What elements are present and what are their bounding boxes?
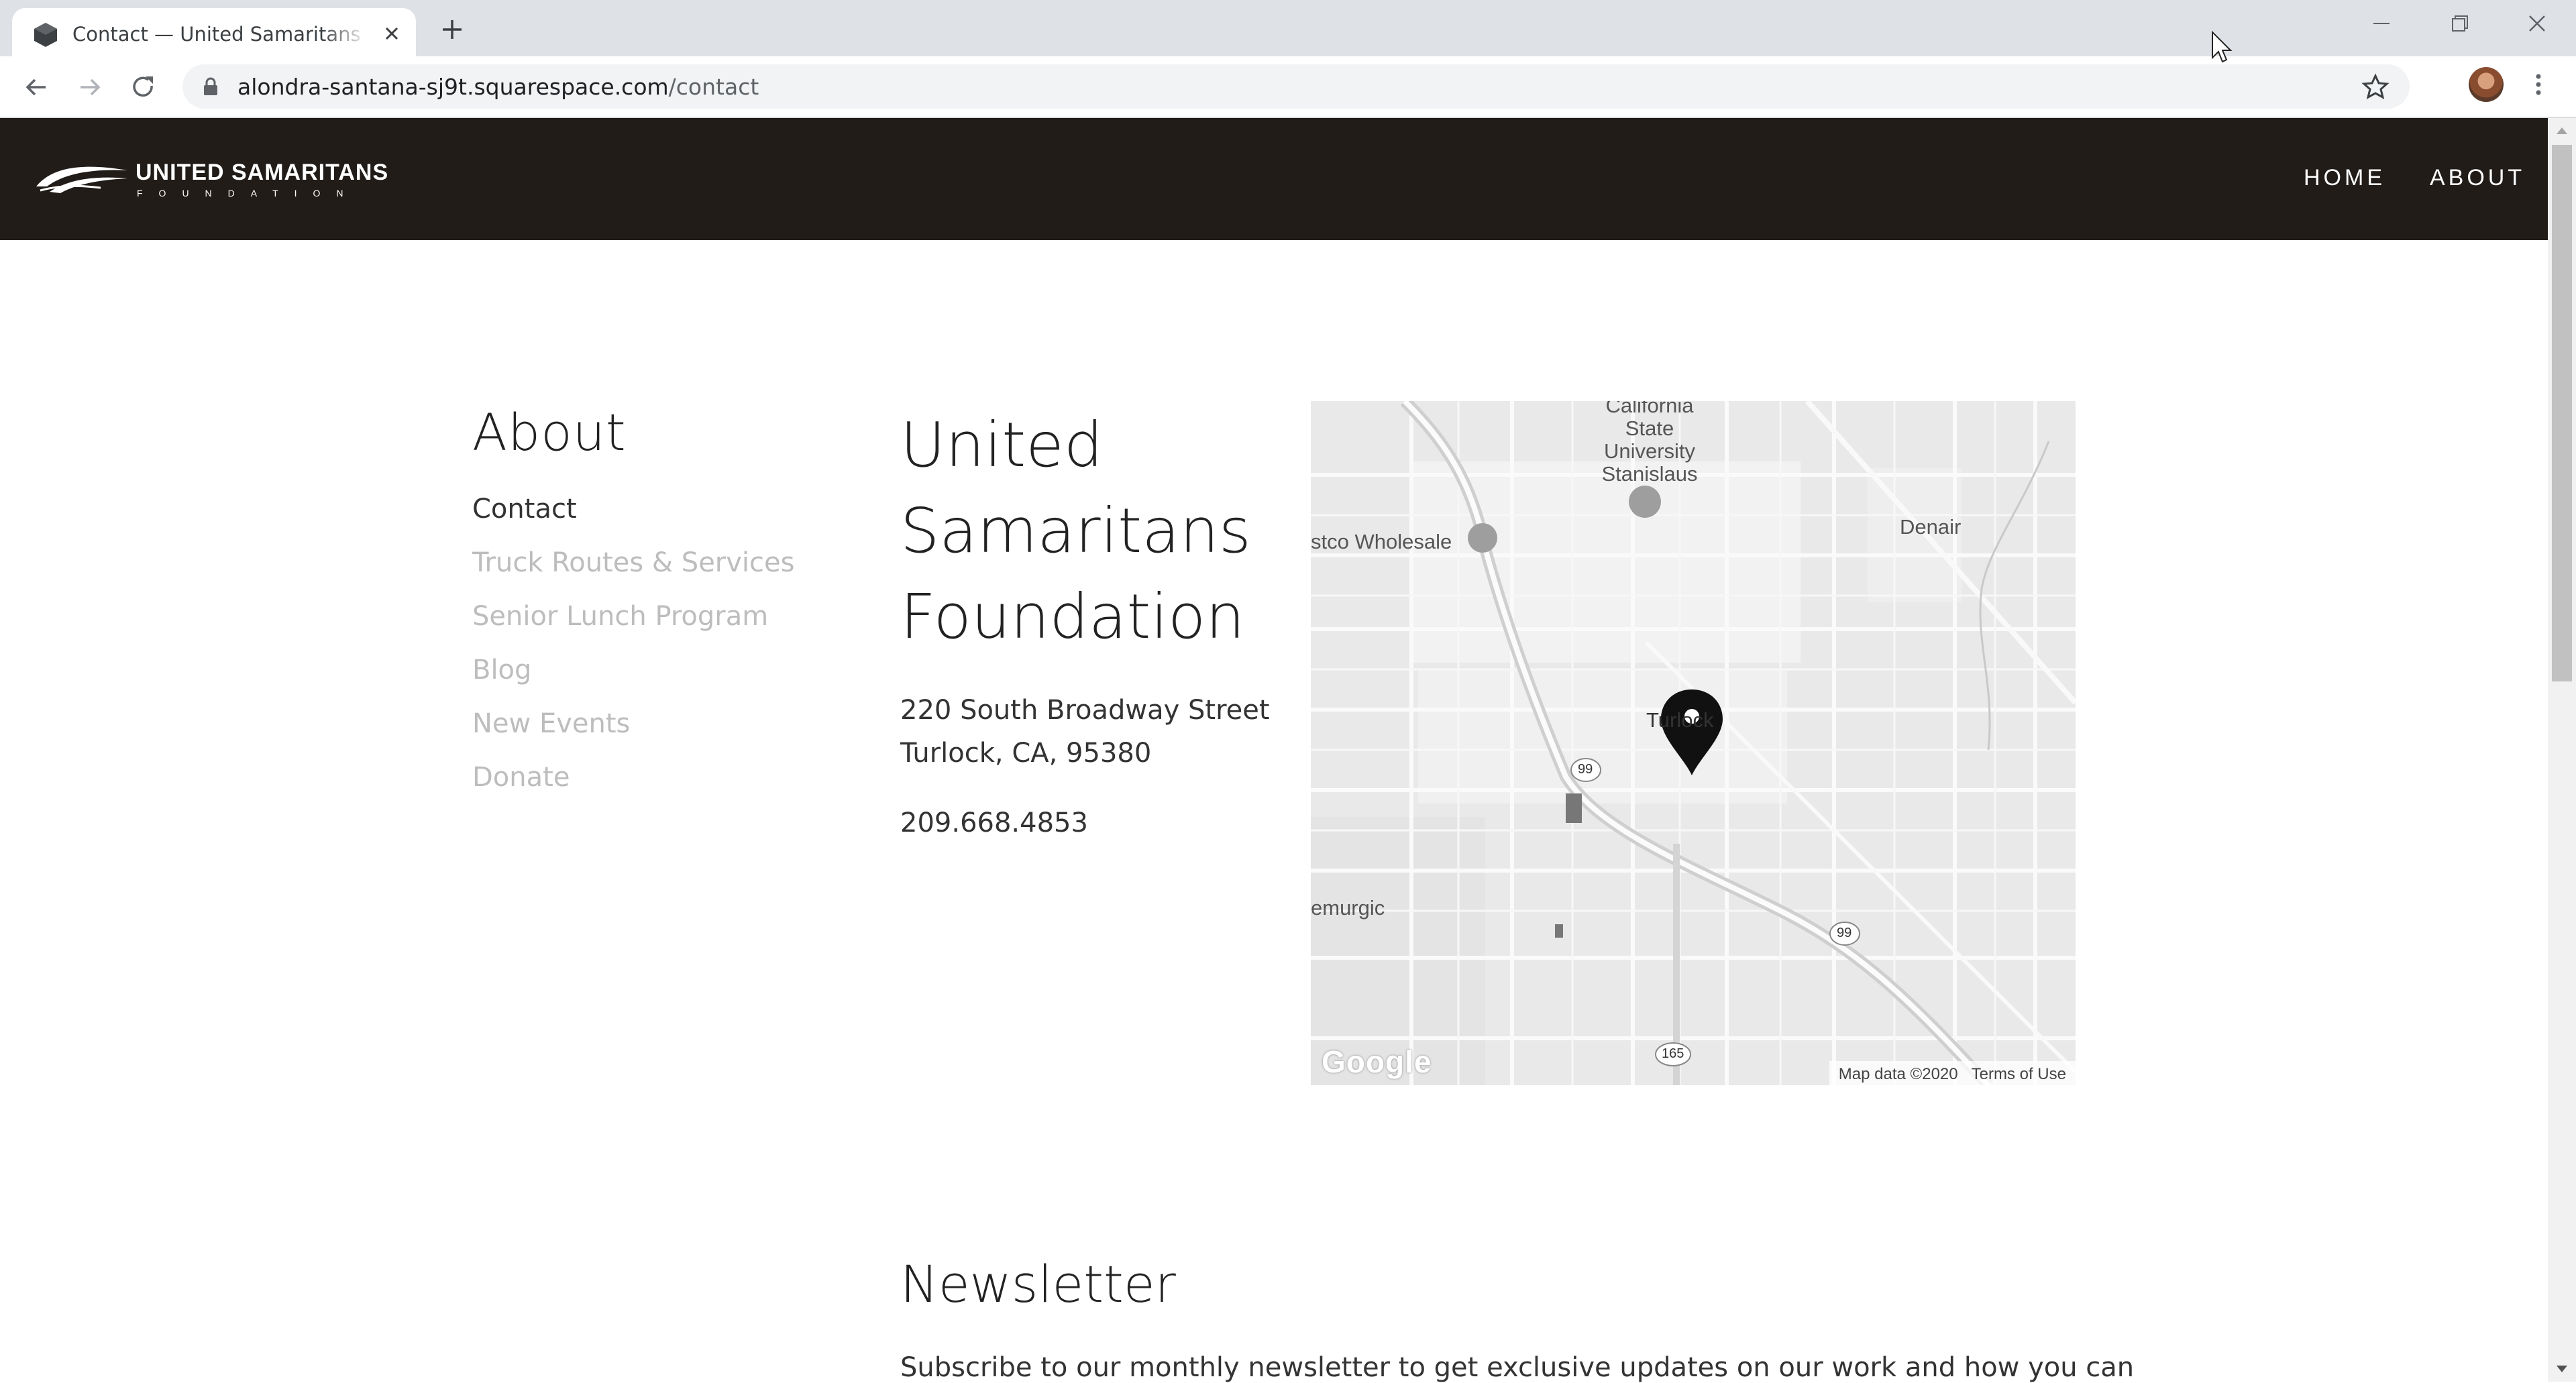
browser-menu-icon[interactable]	[2529, 68, 2548, 101]
map-label-denair: Denair	[1900, 515, 1962, 539]
url-path: /contact	[668, 74, 759, 100]
site-header: UNITED SAMARITANS FOUNDATION HOME ABOUT	[0, 118, 2548, 240]
mouse-cursor-icon	[2212, 31, 2233, 63]
map-terms-link[interactable]: Terms of Use	[1972, 1065, 2066, 1083]
profile-avatar[interactable]	[2469, 67, 2504, 102]
browser-tab[interactable]: Contact — United Samaritans Foundation	[12, 8, 416, 56]
map-streets	[1311, 401, 2076, 1085]
newsletter-description: Subscribe to our monthly newsletter to g…	[900, 1352, 2135, 1383]
restore-window-icon[interactable]	[2439, 7, 2479, 40]
url-host: alondra-santana-sj9t.squarespace.com	[237, 74, 669, 100]
map-label-costco: stco Wholesale	[1311, 530, 1452, 553]
reload-icon[interactable]	[127, 71, 160, 103]
scroll-thumb[interactable]	[2552, 145, 2572, 681]
sidebar-link-donate[interactable]: Donate	[472, 762, 570, 793]
new-tab-icon[interactable]	[436, 13, 468, 46]
newsletter-heading: Newsletter	[900, 1254, 1176, 1314]
map-label-hemurgic: emurgic	[1311, 896, 1385, 920]
minimize-window-icon[interactable]	[2361, 7, 2402, 40]
tab-title: Contact — United Samaritans Foundation	[72, 23, 368, 46]
route-165-label: 165	[1662, 1046, 1684, 1061]
back-arrow-icon[interactable]	[20, 71, 52, 103]
scroll-up-icon[interactable]	[2548, 118, 2576, 145]
nav-about[interactable]: ABOUT	[2430, 165, 2525, 191]
address-line-1: 220 South Broadway Street	[900, 695, 1270, 726]
nav-home[interactable]: HOME	[2304, 165, 2385, 191]
sidebar-link-senior-lunch[interactable]: Senior Lunch Program	[472, 601, 768, 632]
lock-icon	[204, 77, 217, 95]
sidebar-link-contact[interactable]: Contact	[472, 494, 577, 524]
squarespace-cube-icon	[34, 23, 57, 47]
wings-logo-icon	[36, 166, 127, 193]
shopping-poi-icon	[1468, 523, 1497, 553]
logo-subtitle: FOUNDATION	[137, 188, 360, 199]
close-window-icon[interactable]	[2517, 7, 2557, 40]
bookmark-star-icon[interactable]	[2361, 72, 2390, 101]
map-label-turlock: Turlock	[1646, 708, 1714, 732]
organization-name: United Samaritans Foundation	[900, 409, 1251, 653]
phone-number[interactable]: 209.668.4853	[900, 808, 1088, 838]
sidebar-link-blog[interactable]: Blog	[472, 655, 531, 685]
map-data-text: Map data ©2020	[1838, 1065, 1958, 1083]
sidebar-link-new-events[interactable]: New Events	[472, 708, 630, 739]
forward-arrow-icon[interactable]	[74, 71, 106, 103]
scroll-down-icon[interactable]	[2548, 1355, 2576, 1382]
google-map[interactable]: California State University Stanislaus s…	[1311, 401, 2076, 1085]
map-attribution: Map data ©2020 Terms of Use	[1829, 1061, 2076, 1085]
page-scrollbar[interactable]	[2548, 118, 2576, 1382]
poi-building	[1566, 793, 1582, 823]
map-label-csu: California State University Stanislaus	[1601, 401, 1698, 486]
google-logo: Google	[1322, 1044, 1432, 1079]
logo-name: UNITED SAMARITANS	[136, 160, 389, 185]
close-tab-icon[interactable]	[380, 21, 404, 46]
address-line-2: Turlock, CA, 95380	[900, 738, 1152, 769]
sidebar-heading: About	[472, 402, 627, 462]
university-poi-icon	[1629, 486, 1661, 518]
route-99-label-b: 99	[1837, 926, 1852, 940]
route-99-label-a: 99	[1578, 762, 1593, 777]
sidebar-link-truck-routes[interactable]: Truck Routes & Services	[472, 547, 794, 578]
browser-toolbar: alondra-santana-sj9t.squarespace.com/con…	[0, 56, 2576, 118]
address-bar[interactable]: alondra-santana-sj9t.squarespace.com/con…	[182, 64, 2410, 109]
browser-tab-strip: Contact — United Samaritans Foundation	[0, 0, 2576, 56]
site-logo[interactable]: UNITED SAMARITANS FOUNDATION	[34, 158, 388, 205]
url-text: alondra-santana-sj9t.squarespace.com/con…	[237, 74, 759, 100]
